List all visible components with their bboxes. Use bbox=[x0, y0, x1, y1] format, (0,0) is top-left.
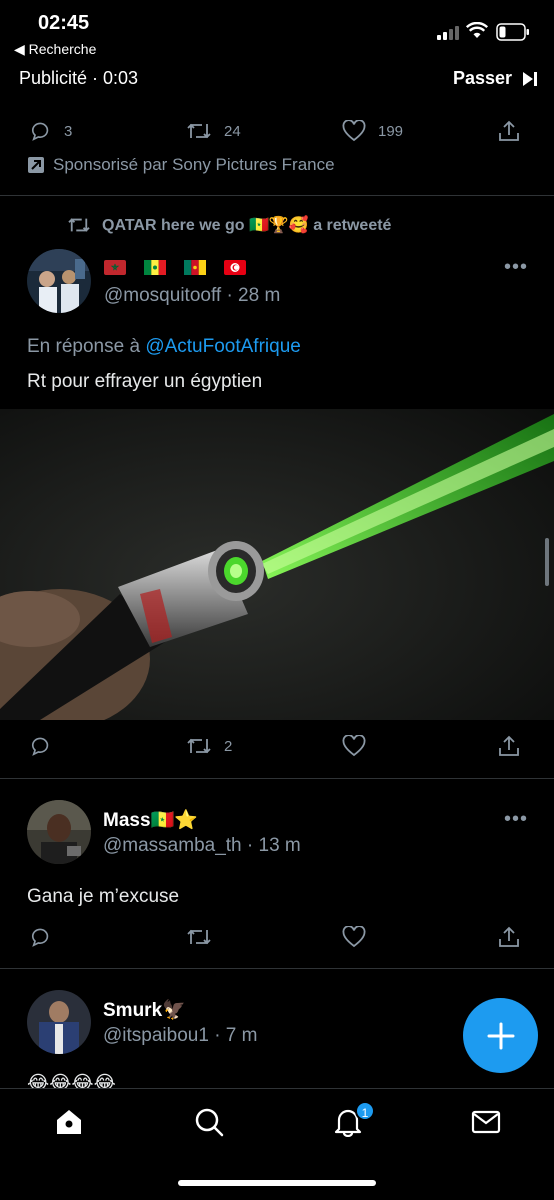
reply-button[interactable]: 3 bbox=[30, 116, 72, 146]
tweet1-text: Rt pour effrayer un égyptien bbox=[27, 371, 263, 392]
divider bbox=[0, 195, 554, 196]
search-icon bbox=[195, 1108, 224, 1137]
retweet-button[interactable]: 2 bbox=[186, 731, 232, 761]
like-button[interactable] bbox=[342, 922, 366, 952]
retweet-icon bbox=[187, 123, 211, 139]
share-button[interactable] bbox=[498, 116, 520, 146]
tweet1-media-image[interactable] bbox=[0, 409, 554, 720]
clock: 02:45 bbox=[38, 12, 90, 34]
tweet3-text: 😂😂😂😂 bbox=[27, 1073, 116, 1088]
cellular-signal-icon bbox=[437, 26, 459, 40]
reply-count: 3 bbox=[64, 122, 73, 140]
share-button[interactable] bbox=[498, 731, 520, 761]
reply-icon bbox=[31, 737, 49, 756]
ad-header: Publicité · 0:03 Passer bbox=[0, 64, 554, 104]
sponsored-label: Sponsorisé par Sony Pictures France bbox=[53, 155, 335, 174]
share-icon bbox=[499, 926, 519, 947]
skip-ad-button[interactable]: Passer bbox=[453, 68, 538, 89]
ad-timer-label: Publicité · 0:03 bbox=[19, 68, 139, 88]
nav-messages[interactable] bbox=[471, 1107, 501, 1142]
reply-icon bbox=[31, 122, 49, 141]
avatar-image bbox=[27, 249, 91, 313]
plus-icon bbox=[487, 1022, 514, 1049]
wifi-icon bbox=[466, 22, 488, 38]
skip-ad-label: Passer bbox=[452, 68, 512, 88]
heart-icon bbox=[342, 120, 366, 142]
retweet-button[interactable] bbox=[186, 922, 212, 952]
notifications-badge: 1 bbox=[355, 1101, 375, 1121]
avatar[interactable] bbox=[27, 249, 91, 313]
retweet-icon bbox=[187, 738, 211, 754]
battery-icon bbox=[496, 23, 529, 41]
replying-to-line: En réponse à @ActuFootAfrique bbox=[27, 336, 301, 358]
tweet2-name[interactable]: Mass🇸🇳⭐ bbox=[103, 808, 198, 832]
retweeted-by-line[interactable]: QATAR here we go 🇸🇳🏆🥰 a retweeté bbox=[66, 215, 391, 235]
nav-search[interactable] bbox=[194, 1107, 224, 1142]
senegal-flag-icon bbox=[144, 259, 166, 275]
home-icon bbox=[57, 1110, 81, 1134]
heart-icon bbox=[342, 735, 366, 757]
mail-icon bbox=[471, 1110, 501, 1134]
like-button[interactable] bbox=[342, 731, 366, 761]
status-bar: 02:45 ◀ Recherche bbox=[0, 0, 554, 64]
avatar-image bbox=[27, 990, 91, 1054]
ad-action-bar: 3 24 199 bbox=[0, 116, 554, 156]
retweeted-by-label: QATAR here we go 🇸🇳🏆🥰 a retweeté bbox=[102, 217, 392, 234]
share-icon bbox=[499, 735, 519, 756]
tweet2-handle-time[interactable]: @massamba_th · 13 m bbox=[103, 835, 301, 857]
more-options-icon[interactable]: ••• bbox=[504, 808, 528, 831]
scrollbar[interactable] bbox=[545, 538, 549, 586]
reply-button[interactable] bbox=[30, 731, 52, 761]
home-indicator[interactable] bbox=[178, 1180, 376, 1186]
retweet-count: 24 bbox=[224, 122, 241, 140]
morocco-flag-icon bbox=[104, 259, 126, 275]
nav-home[interactable] bbox=[54, 1107, 84, 1142]
tweet3-name[interactable]: Smurk🦅 bbox=[103, 998, 186, 1022]
tweet3-handle-time[interactable]: @itspaibou1 · 7 m bbox=[103, 1025, 257, 1047]
tweet1-name[interactable] bbox=[104, 259, 246, 275]
tweet2-action-bar bbox=[0, 922, 554, 962]
promoted-icon bbox=[28, 157, 44, 173]
avatar-image bbox=[27, 800, 91, 864]
compose-tweet-button[interactable] bbox=[463, 998, 538, 1073]
share-button[interactable] bbox=[498, 922, 520, 952]
share-icon bbox=[499, 120, 519, 141]
heart-icon bbox=[342, 926, 366, 948]
like-button[interactable]: 199 bbox=[342, 116, 403, 146]
tunisia-flag-icon bbox=[224, 259, 246, 275]
sponsored-line[interactable]: Sponsorisé par Sony Pictures France bbox=[27, 155, 335, 175]
reply-button[interactable] bbox=[30, 922, 52, 952]
avatar[interactable] bbox=[27, 990, 91, 1054]
tweet2-text: Gana je m’excuse bbox=[27, 886, 180, 907]
back-to-search-link[interactable]: ◀ Recherche bbox=[14, 41, 96, 58]
tweet1-action-bar: 2 bbox=[0, 731, 554, 771]
retweet-icon bbox=[187, 929, 211, 945]
like-count: 199 bbox=[378, 122, 404, 140]
retweet-icon bbox=[68, 218, 90, 232]
reply-handle-link[interactable]: @ActuFootAfrique bbox=[145, 336, 301, 357]
skip-forward-icon bbox=[523, 71, 537, 86]
cameroon-flag-icon bbox=[184, 259, 206, 275]
divider bbox=[0, 778, 554, 779]
tweet1-handle-time[interactable]: @mosquitooff · 28 m bbox=[104, 285, 280, 307]
replying-to-label: En réponse à bbox=[27, 336, 141, 357]
more-options-icon[interactable]: ••• bbox=[504, 256, 528, 279]
divider bbox=[0, 968, 554, 969]
avatar[interactable] bbox=[27, 800, 91, 864]
reply-icon bbox=[31, 928, 49, 947]
retweet-button[interactable]: 24 bbox=[186, 116, 241, 146]
retweet-count: 2 bbox=[224, 737, 233, 755]
